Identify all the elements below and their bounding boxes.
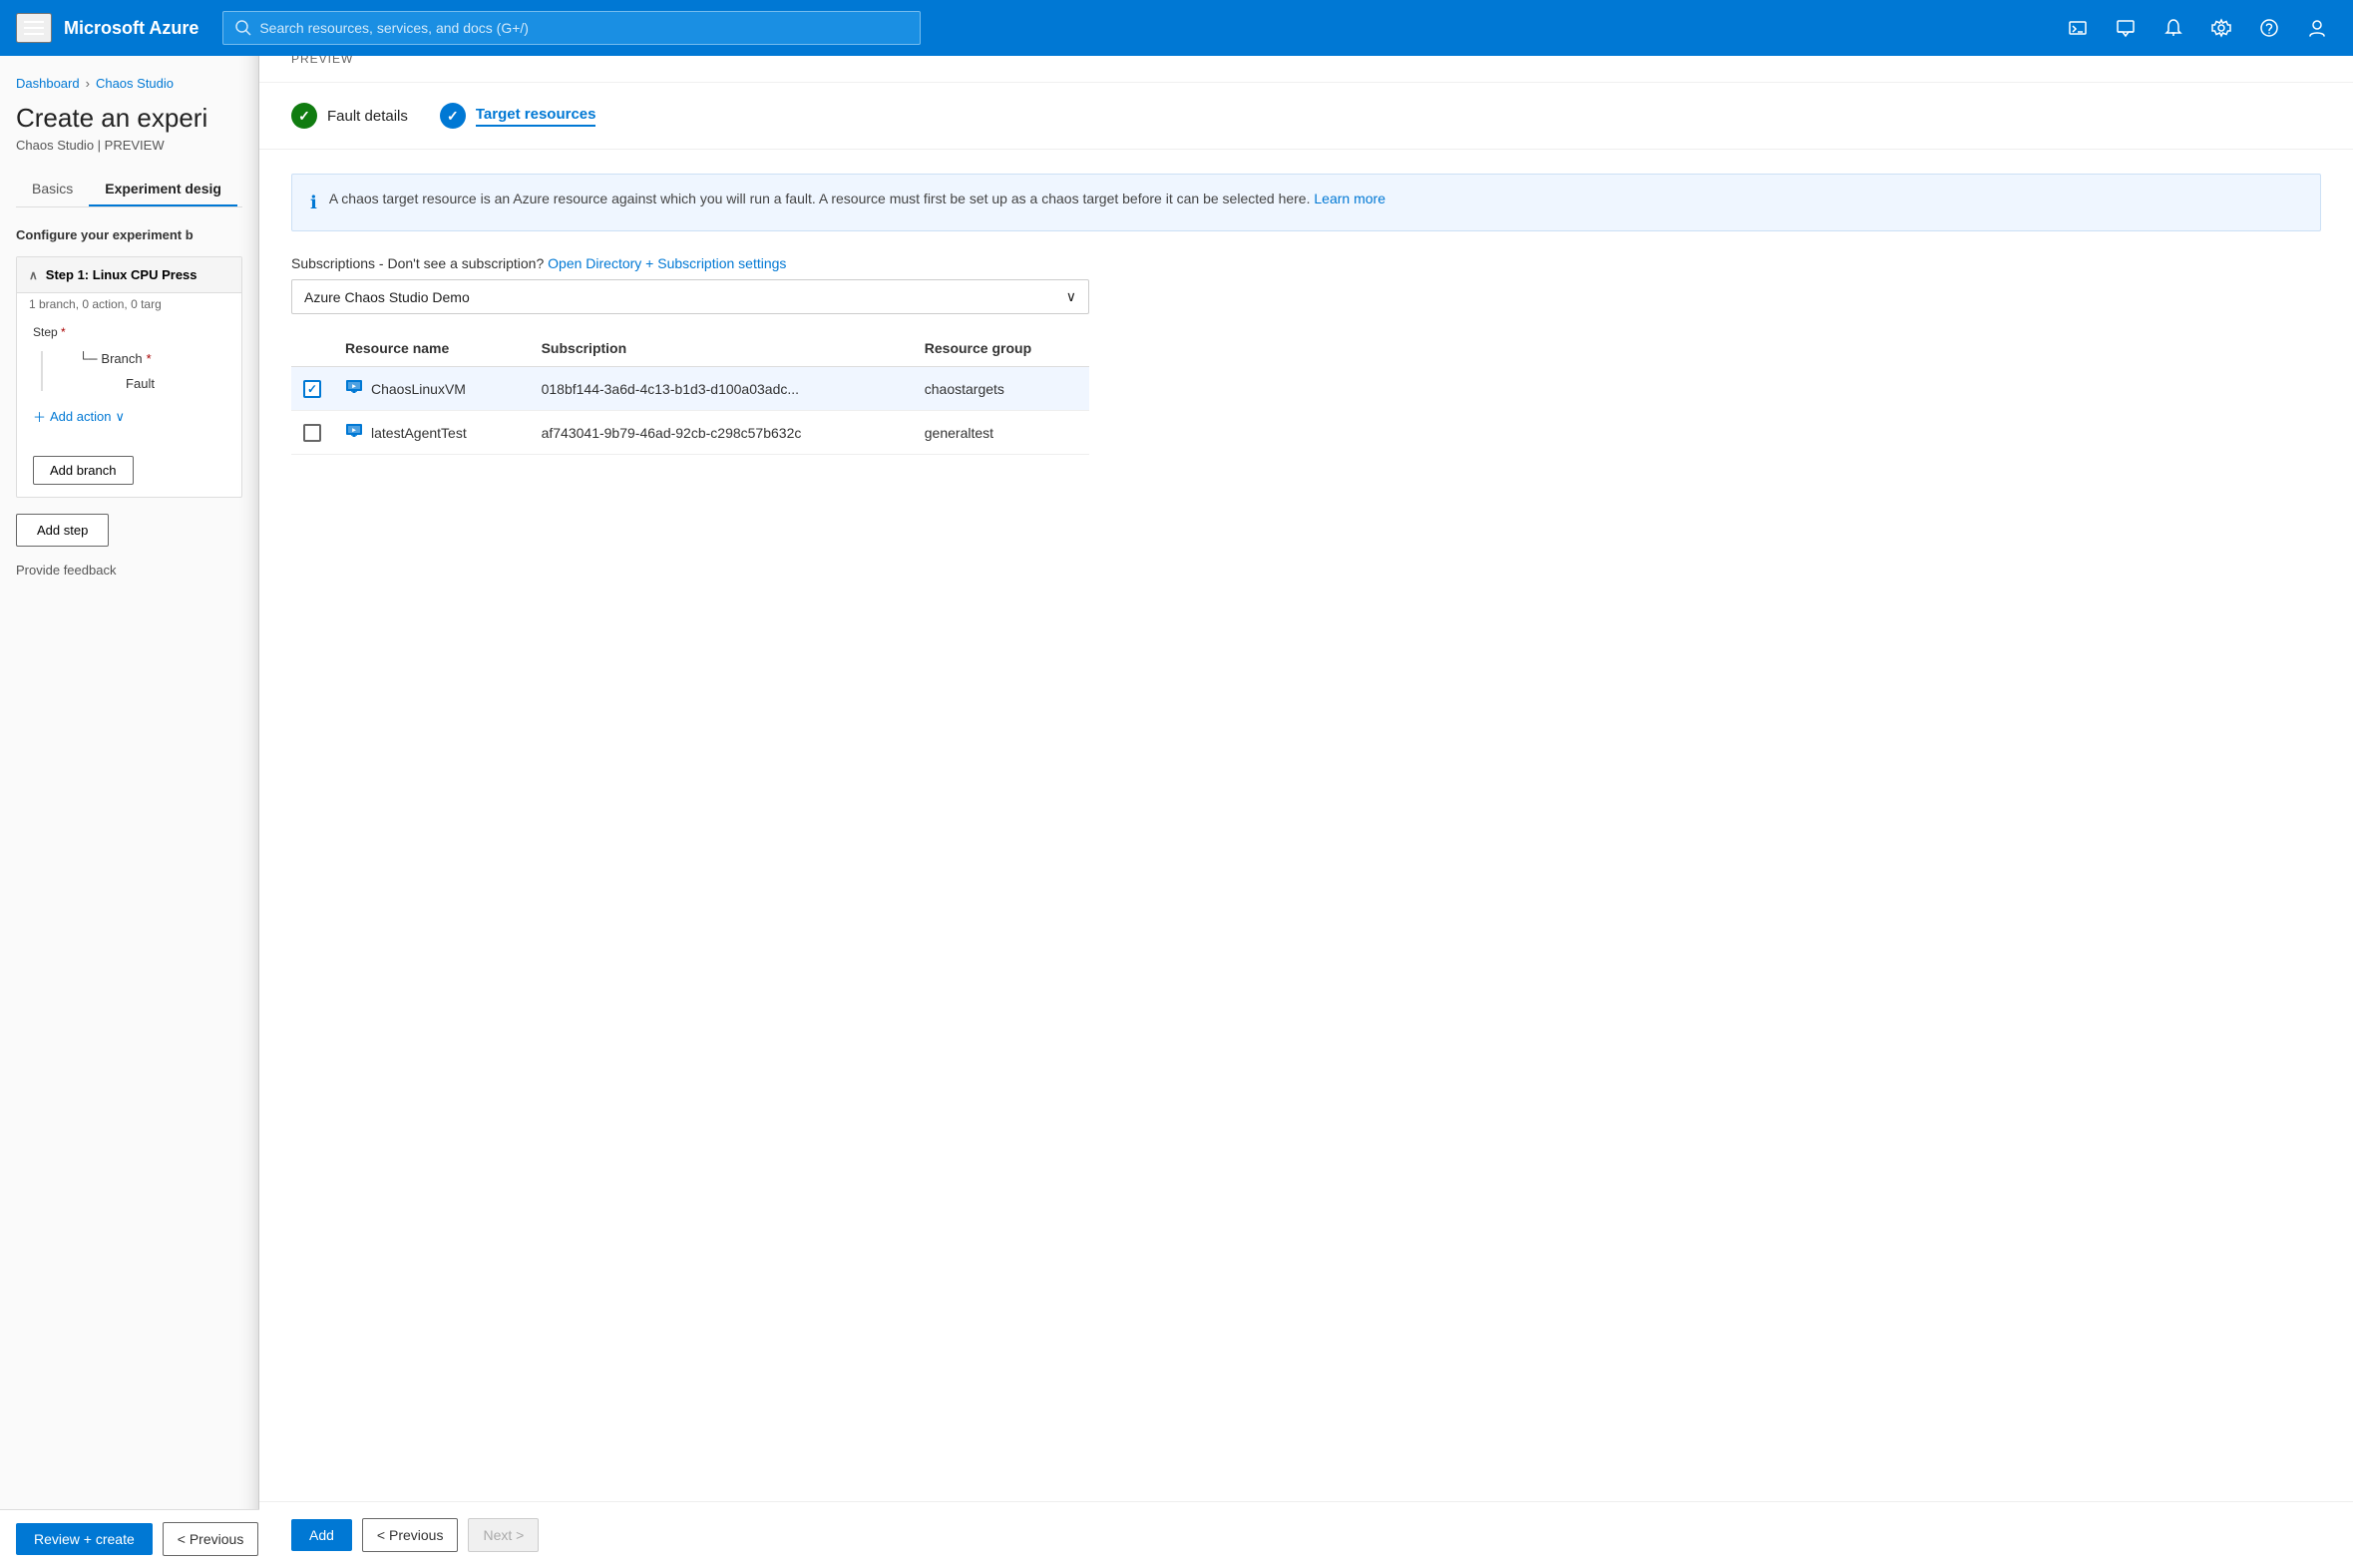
- row2-checkbox-cell: [291, 411, 333, 455]
- tab-bar: Basics Experiment desig: [16, 173, 242, 207]
- row2-checkbox[interactable]: [303, 424, 321, 442]
- table-header-row: Resource name Subscription Resource grou…: [291, 330, 1089, 367]
- step-meta: 1 branch, 0 action, 0 targ: [17, 293, 241, 313]
- step-field-label: Step *: [33, 325, 225, 339]
- review-create-button[interactable]: Review + create: [16, 1523, 153, 1555]
- tab-experiment-design[interactable]: Experiment desig: [89, 173, 237, 206]
- step-circle-1: ✓: [291, 103, 317, 129]
- row1-checkbox[interactable]: [303, 380, 321, 398]
- step-field: Step *: [33, 325, 225, 339]
- resources-table: Resource name Subscription Resource grou…: [291, 330, 1089, 455]
- open-directory-link[interactable]: Open Directory + Subscription settings: [548, 255, 786, 271]
- search-input[interactable]: [259, 20, 908, 36]
- search-icon: [235, 20, 251, 36]
- info-box: ℹ A chaos target resource is an Azure re…: [291, 174, 2321, 231]
- tab-basics[interactable]: Basics: [16, 173, 89, 206]
- breadcrumb-dashboard[interactable]: Dashboard: [16, 76, 80, 91]
- row2-resource-group: generaltest: [913, 411, 1089, 455]
- add-action-button[interactable]: ＋ Add action ∨: [33, 401, 125, 432]
- row2-resource-name: latestAgentTest: [371, 425, 467, 441]
- panel-footer: Add < Previous Next >: [259, 1501, 2353, 1568]
- panel-steps: ✓ Fault details ✓ Target resources: [259, 83, 2353, 150]
- selected-subscription: Azure Chaos Studio Demo: [304, 289, 470, 305]
- feedback-icon[interactable]: [2106, 8, 2146, 48]
- previous-button[interactable]: < Previous: [362, 1518, 459, 1552]
- col-subscription: Subscription: [530, 330, 913, 367]
- row1-resource-group: chaostargets: [913, 367, 1089, 411]
- branch-label: └─ Branch *: [55, 351, 225, 366]
- svg-text:▶: ▶: [352, 428, 356, 434]
- help-icon[interactable]: [2249, 8, 2289, 48]
- row2-name-cell: ▶ latestAgentTest: [333, 411, 530, 455]
- subscription-select[interactable]: Azure Chaos Studio Demo ∨: [291, 279, 1089, 314]
- table-row[interactable]: ▶ ChaosLinuxVM 018bf144-3a6d-4c13-b1d3-d…: [291, 367, 1089, 411]
- main-layout: Dashboard › Chaos Studio Create an exper…: [0, 56, 2353, 1568]
- breadcrumb: Dashboard › Chaos Studio: [16, 76, 242, 91]
- dropdown-chevron-icon: ∨: [1066, 288, 1076, 305]
- page-title: Create an experi: [16, 103, 242, 134]
- page-subtitle: Chaos Studio | PREVIEW: [16, 138, 242, 153]
- step-title: Step 1: Linux CPU Press: [46, 267, 197, 282]
- col-resource-group: Resource group: [913, 330, 1089, 367]
- panel-step-fault-details[interactable]: ✓ Fault details: [291, 103, 408, 129]
- breadcrumb-chaos-studio[interactable]: Chaos Studio: [96, 76, 174, 91]
- add-branch-button[interactable]: Add branch: [33, 456, 134, 485]
- row1-resource-name: ChaosLinuxVM: [371, 381, 466, 397]
- page-content: Dashboard › Chaos Studio Create an exper…: [0, 56, 259, 1568]
- provide-feedback: Provide feedback: [16, 563, 242, 578]
- nav-icons: [2058, 8, 2337, 48]
- section-configure: Configure your experiment b: [16, 227, 242, 242]
- notification-icon[interactable]: [2154, 8, 2193, 48]
- col-resource-name: Resource name: [333, 330, 530, 367]
- branch-container: └─ Branch * Fault: [41, 351, 225, 391]
- step-box: ∧ Step 1: Linux CPU Press 1 branch, 0 ac…: [16, 256, 242, 498]
- info-text: A chaos target resource is an Azure reso…: [329, 191, 1311, 206]
- step-name-2: Target resources: [476, 106, 596, 127]
- step-name-1: Fault details: [327, 108, 408, 125]
- bottom-prev-button[interactable]: < Previous: [163, 1522, 259, 1556]
- row1-checkbox-cell: [291, 367, 333, 411]
- row1-subscription: 018bf144-3a6d-4c13-b1d3-d100a03adc...: [530, 367, 913, 411]
- panel-body: ℹ A chaos target resource is an Azure re…: [259, 150, 2353, 1501]
- row1-name-cell: ▶ ChaosLinuxVM: [333, 367, 530, 411]
- col-checkbox: [291, 330, 333, 367]
- table-row[interactable]: ▶ latestAgentTest af743041-9b79-46ad-92c…: [291, 411, 1089, 455]
- fault-label: Fault: [55, 376, 225, 391]
- next-button: Next >: [468, 1518, 539, 1552]
- row2-subscription: af743041-9b79-46ad-92cb-c298c57b632c: [530, 411, 913, 455]
- add-fault-panel: Add fault PREVIEW × ✓ Fault details ✓ Ta…: [259, 0, 2353, 1568]
- add-button[interactable]: Add: [291, 1519, 352, 1551]
- account-icon[interactable]: [2297, 8, 2337, 48]
- top-navigation: Microsoft Azure: [0, 0, 2353, 56]
- learn-more-link[interactable]: Learn more: [1314, 191, 1385, 206]
- step-body: Step * └─ Branch * Fault ＋ Add action ∨: [17, 313, 241, 497]
- menu-button[interactable]: [16, 13, 52, 43]
- svg-text:▶: ▶: [352, 384, 356, 390]
- terminal-icon[interactable]: [2058, 8, 2098, 48]
- step-header[interactable]: ∧ Step 1: Linux CPU Press: [17, 257, 241, 293]
- add-step-button[interactable]: Add step: [16, 514, 109, 547]
- vm-icon-2: ▶: [345, 421, 363, 444]
- search-box[interactable]: [222, 11, 921, 45]
- chevron-icon: ∧: [29, 268, 38, 282]
- brand-logo: Microsoft Azure: [64, 18, 198, 39]
- bottom-bar: Review + create < Previous: [0, 1509, 259, 1568]
- vm-icon-1: ▶: [345, 377, 363, 400]
- info-icon: ℹ: [310, 190, 317, 216]
- subscription-label: Subscriptions - Don't see a subscription…: [291, 255, 2321, 271]
- step-circle-2: ✓: [440, 103, 466, 129]
- subscription-row: Subscriptions - Don't see a subscription…: [291, 255, 2321, 314]
- panel-step-target-resources[interactable]: ✓ Target resources: [440, 103, 596, 129]
- settings-icon[interactable]: [2201, 8, 2241, 48]
